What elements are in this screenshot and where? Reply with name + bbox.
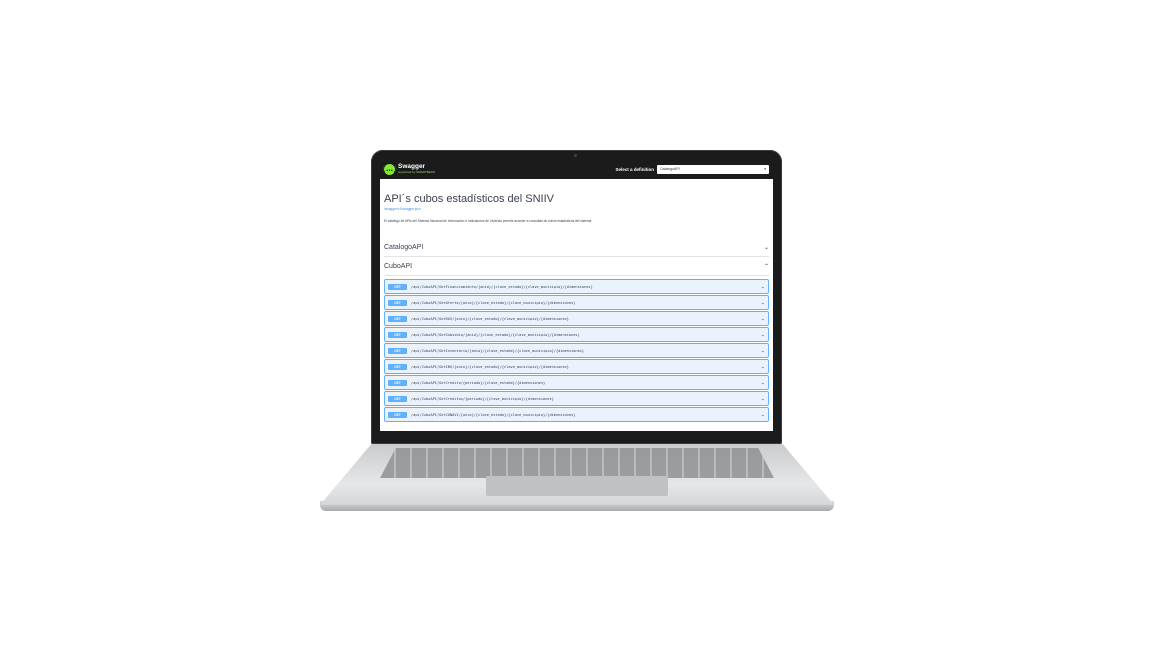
operation-row[interactable]: GET /api/CuboAPI/GetINV/{anio}/{clave_es… (384, 359, 769, 375)
get-method-badge: GET (388, 411, 407, 418)
operation-path: /api/CuboAPI/GetINV/{anio}/{clave_estado… (411, 364, 569, 369)
operation-row[interactable]: GET /api/CuboAPI/GetCredito/{periodo}/{c… (384, 375, 769, 391)
operation-path: /api/CuboAPI/GetOferta/{anio}/{clave_est… (411, 300, 576, 305)
api-info: API´s cubos estadísticos del SNIIV /swag… (380, 179, 773, 223)
page-title: API´s cubos estadísticos del SNIIV (384, 193, 554, 205)
chevron-down-icon: ▾ (764, 167, 766, 171)
get-method-badge: GET (388, 363, 407, 370)
operation-path: /api/CuboAPI/GetFinanciamiento/{anio}/{c… (411, 284, 593, 289)
operation-path: /api/CuboAPI/GetCreditos/{periodo}/{clav… (411, 396, 554, 401)
laptop-lid: {…} Swagger supported by SMARTBEAR Selec… (371, 150, 782, 444)
get-method-badge: GET (388, 347, 407, 354)
swagger-logo-subtitle: supported by SMARTBEAR (398, 169, 435, 174)
operation-path: /api/CuboAPI/GetCredito/{periodo}/{clave… (411, 380, 546, 385)
operation-row[interactable]: GET /api/CuboAPI/GetCreditos/{periodo}/{… (384, 391, 769, 407)
get-method-badge: GET (388, 395, 407, 402)
operation-path: /api/CuboAPI/GetCONAVI/{anio}/{clave_est… (411, 412, 576, 417)
chevron-up-icon: ⌃ (763, 263, 769, 270)
swagger-logo[interactable]: {…} Swagger supported by SMARTBEAR (381, 163, 435, 175)
tag-cuboapi[interactable]: CuboAPI ⌃ (384, 257, 769, 277)
tag-catalogoapi[interactable]: CatalogoAPI ⌄ (384, 238, 769, 258)
chevron-down-icon: ⌄ (760, 283, 765, 290)
operation-row[interactable]: GET /api/CuboAPI/GetInventario/{anio}/{c… (384, 343, 769, 359)
chevron-down-icon: ⌄ (760, 299, 765, 306)
get-method-badge: GET (388, 283, 407, 290)
laptop-keyboard (380, 448, 774, 478)
laptop-screen: {…} Swagger supported by SMARTBEAR Selec… (380, 159, 773, 431)
get-method-badge: GET (388, 379, 407, 386)
definition-select-value: CatalogoAPI (660, 167, 680, 171)
api-description: El catálogo de APIs del Sistema Nacional… (384, 219, 592, 224)
chevron-down-icon: ⌄ (760, 363, 765, 370)
camera-icon (574, 154, 577, 157)
chevron-down-icon: ⌄ (760, 315, 765, 322)
operation-row[interactable]: GET /api/CuboAPI/GetSubsidio/{anio}/{cla… (384, 327, 769, 343)
operation-row[interactable]: GET /api/CuboAPI/GetCONAVI/{anio}/{clave… (384, 407, 769, 423)
chevron-down-icon: ⌄ (760, 379, 765, 386)
laptop-base (320, 444, 834, 514)
get-method-badge: GET (388, 315, 407, 322)
operation-row[interactable]: GET /api/CuboAPI/GetOferta/{anio}/{clave… (384, 295, 769, 311)
get-method-badge: GET (388, 299, 407, 306)
definition-select[interactable]: CatalogoAPI ▾ (657, 164, 769, 174)
swagger-logo-icon: {…} (381, 163, 398, 175)
chevron-down-icon: ⌄ (760, 331, 765, 338)
operation-path: /api/CuboAPI/GetRUV/{anio}/{clave_estado… (411, 316, 569, 321)
operation-row[interactable]: GET /api/CuboAPI/GetFinanciamiento/{anio… (384, 279, 769, 295)
chevron-down-icon: ⌄ (760, 347, 765, 354)
spec-link[interactable]: /swagger/v1/swagger.json (384, 207, 769, 211)
chevron-down-icon: ⌄ (760, 395, 765, 402)
laptop-touchpad (486, 476, 668, 496)
chevron-down-icon: ⌄ (763, 244, 769, 251)
operation-path: /api/CuboAPI/GetSubsidio/{anio}/{clave_e… (411, 332, 580, 337)
definition-label: Select a definition (615, 166, 654, 172)
operation-path: /api/CuboAPI/GetInventario/{anio}/{clave… (411, 348, 585, 353)
tag-label: CatalogoAPI (384, 243, 424, 251)
swagger-topbar: {…} Swagger supported by SMARTBEAR Selec… (380, 159, 773, 179)
get-method-badge: GET (388, 331, 407, 338)
operation-list: GET /api/CuboAPI/GetFinanciamiento/{anio… (380, 279, 773, 423)
operation-row[interactable]: GET /api/CuboAPI/GetRUV/{anio}/{clave_es… (384, 311, 769, 327)
definition-selector: Select a definition CatalogoAPI ▾ (615, 164, 769, 174)
chevron-down-icon: ⌄ (760, 411, 765, 418)
tag-label: CuboAPI (384, 262, 413, 270)
